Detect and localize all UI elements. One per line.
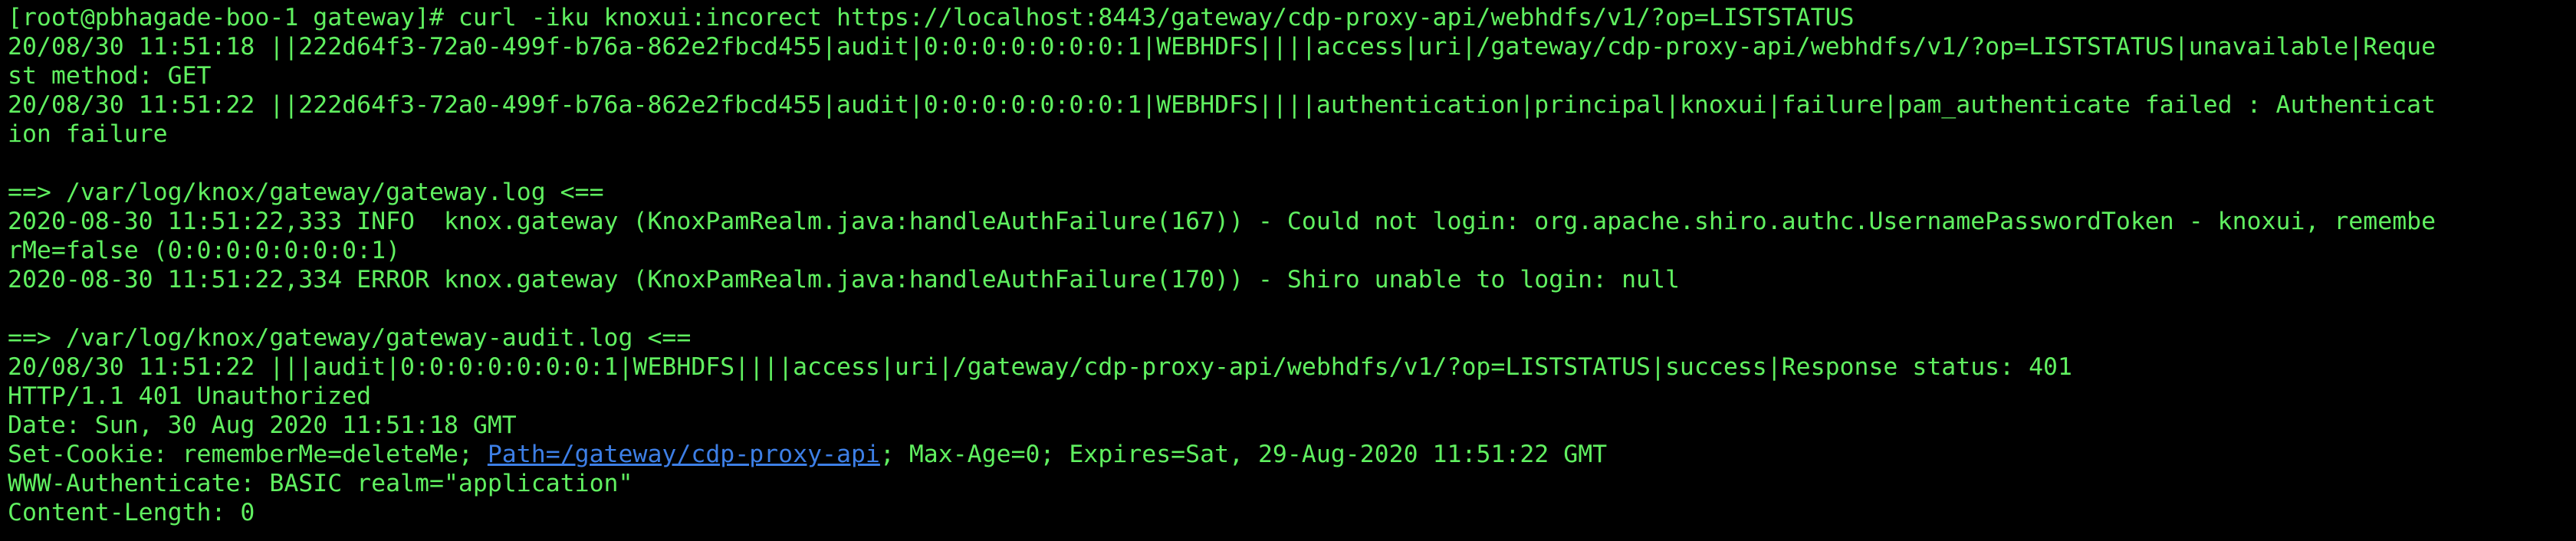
gateway-log-line-wrap: rMe=false (0:0:0:0:0:0:0:1): [8, 237, 401, 264]
audit-log-line: 20/08/30 11:51:22 ||222d64f3-72a0-499f-b…: [8, 91, 2436, 119]
set-cookie-prefix: Set-Cookie: rememberMe=deleteMe;: [8, 441, 488, 468]
http-set-cookie-header: Set-Cookie: rememberMe=deleteMe; Path=/g…: [8, 440, 2568, 469]
http-status-line: HTTP/1.1 401 Unauthorized: [8, 382, 372, 410]
shell-command-line: [root@pbhagade-boo-1 gateway]# curl -iku…: [8, 4, 1855, 31]
terminal-window[interactable]: [root@pbhagade-boo-1 gateway]# curl -iku…: [0, 0, 2576, 541]
audit-log-line: 20/08/30 11:51:22 |||audit|0:0:0:0:0:0:0…: [8, 353, 2072, 381]
http-content-length-header: Content-Length: 0: [8, 499, 255, 526]
http-date-header: Date: Sun, 30 Aug 2020 11:51:18 GMT: [8, 411, 517, 439]
log-file-header: ==> /var/log/knox/gateway/gateway-audit.…: [8, 324, 692, 352]
set-cookie-suffix: ; Max-Age=0; Expires=Sat, 29-Aug-2020 11…: [879, 441, 1608, 468]
audit-log-line-wrap: st method: GET: [8, 62, 212, 90]
gateway-log-line: 2020-08-30 11:51:22,333 INFO knox.gatewa…: [8, 208, 2436, 235]
audit-log-line: 20/08/30 11:51:18 ||222d64f3-72a0-499f-b…: [8, 33, 2436, 61]
audit-log-line-wrap: ion failure: [8, 120, 168, 148]
gateway-log-line: 2020-08-30 11:51:22,334 ERROR knox.gatew…: [8, 266, 1680, 293]
log-file-header: ==> /var/log/knox/gateway/gateway.log <=…: [8, 179, 604, 206]
cookie-path-link[interactable]: Path=/gateway/cdp-proxy-api: [488, 441, 880, 468]
http-www-authenticate-header: WWW-Authenticate: BASIC realm="applicati…: [8, 470, 633, 497]
